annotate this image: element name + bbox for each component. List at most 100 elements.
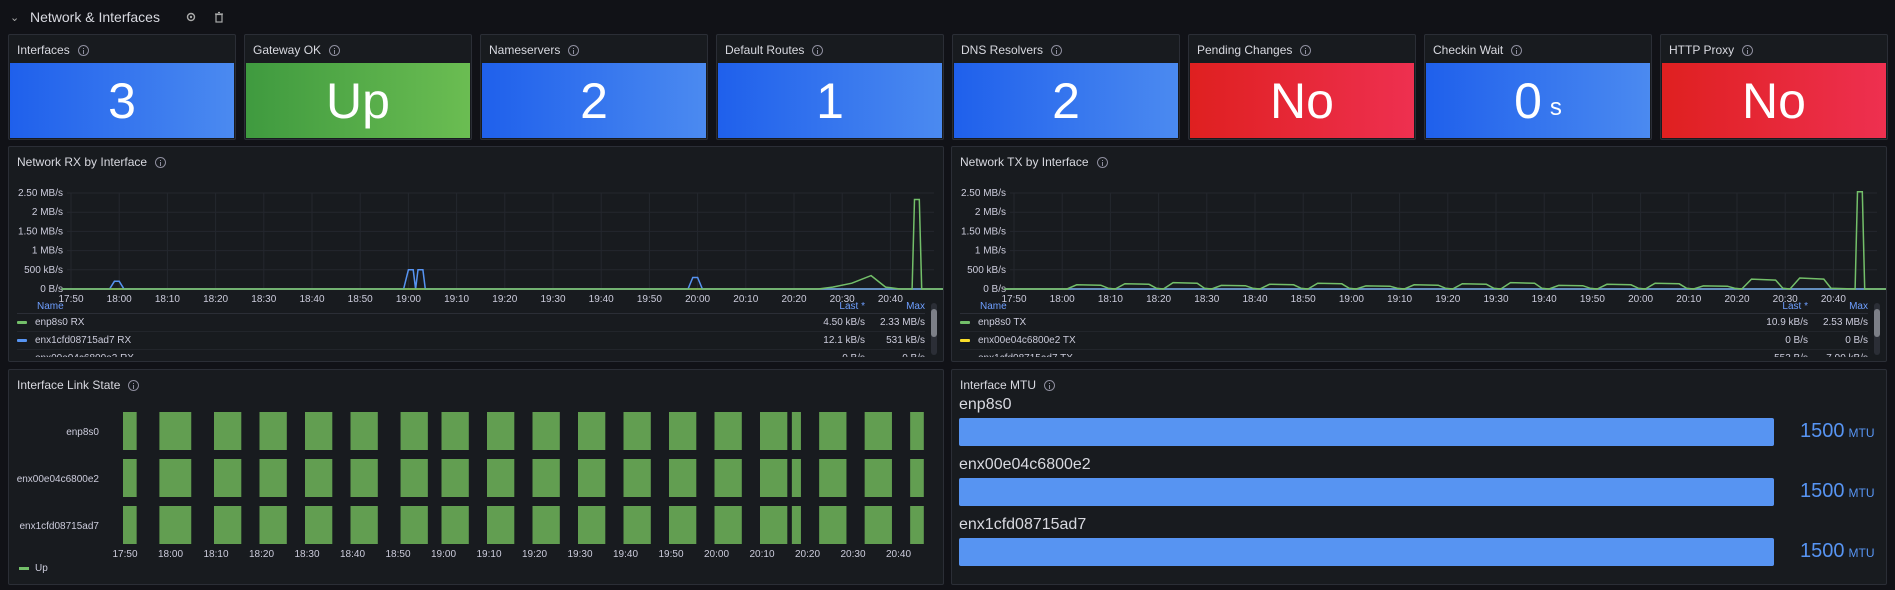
mtu-bar[interactable] xyxy=(959,538,1774,566)
state-segment[interactable] xyxy=(214,412,242,450)
state-segment[interactable] xyxy=(714,506,742,544)
state-segment[interactable] xyxy=(791,412,801,450)
info-icon[interactable] xyxy=(1096,156,1108,168)
legend-col-max[interactable]: Max xyxy=(1808,301,1868,312)
state-segment[interactable] xyxy=(669,459,697,497)
state-segment[interactable] xyxy=(123,459,137,497)
state-segment[interactable] xyxy=(714,412,742,450)
state-segment[interactable] xyxy=(669,412,697,450)
state-segment[interactable] xyxy=(910,459,924,497)
state-segment[interactable] xyxy=(910,412,924,450)
state-segment[interactable] xyxy=(532,506,560,544)
state-segment[interactable] xyxy=(487,459,515,497)
stat-panel[interactable]: Pending Changes No xyxy=(1188,34,1416,140)
link-legend[interactable]: Up xyxy=(19,563,48,574)
state-segment[interactable] xyxy=(441,459,469,497)
state-segment[interactable] xyxy=(487,506,515,544)
state-segment[interactable] xyxy=(400,506,428,544)
info-icon[interactable] xyxy=(1051,44,1063,56)
network-tx-panel[interactable]: Network TX by Interface 2.50 MB/s 2 MB/s 1… xyxy=(951,146,1887,362)
legend-row[interactable]: enp8s0 TX 10.9 kB/s 2.53 MB/s xyxy=(960,314,1868,332)
mtu-bar[interactable] xyxy=(959,478,1774,506)
trash-icon[interactable] xyxy=(212,10,226,24)
legend-col-max[interactable]: Max xyxy=(865,301,925,312)
state-segment[interactable] xyxy=(910,506,924,544)
stat-panel[interactable]: Checkin Wait 0 s xyxy=(1424,34,1652,140)
network-rx-panel[interactable]: Network RX by Interface 2.50 MB/s 2 MB/s 1… xyxy=(8,146,944,362)
state-segment[interactable] xyxy=(760,459,788,497)
state-segment[interactable] xyxy=(159,412,192,450)
state-segment[interactable] xyxy=(623,506,651,544)
legend-row[interactable]: enx1cfd08715ad7 RX 12.1 kB/s 531 kB/s xyxy=(17,332,925,350)
state-segment[interactable] xyxy=(669,506,697,544)
state-segment[interactable] xyxy=(532,412,560,450)
state-segment[interactable] xyxy=(159,506,192,544)
state-segment[interactable] xyxy=(532,459,560,497)
series-line[interactable] xyxy=(61,269,944,290)
row-header[interactable]: ⌄ Network & Interfaces xyxy=(10,6,226,28)
mtu-bar[interactable] xyxy=(959,418,1774,446)
state-segment[interactable] xyxy=(623,412,651,450)
state-segment[interactable] xyxy=(259,506,287,544)
state-segment[interactable] xyxy=(578,506,606,544)
state-segment[interactable] xyxy=(487,412,515,450)
state-segment[interactable] xyxy=(259,412,287,450)
info-icon[interactable] xyxy=(329,44,341,56)
state-segment[interactable] xyxy=(791,459,801,497)
state-segment[interactable] xyxy=(400,459,428,497)
scrollbar[interactable] xyxy=(1874,303,1880,355)
state-segment[interactable] xyxy=(760,506,788,544)
state-segment[interactable] xyxy=(259,459,287,497)
state-segment[interactable] xyxy=(305,506,333,544)
row-title[interactable]: Network & Interfaces xyxy=(30,9,160,25)
legend-col-name[interactable]: Name xyxy=(17,301,795,312)
legend-col-name[interactable]: Name xyxy=(960,301,1738,312)
legend-row[interactable]: enx00e04c6800e2 RX 0 B/s0 B/s xyxy=(17,350,925,357)
state-segment[interactable] xyxy=(760,412,788,450)
interface-link-state-panel[interactable]: Interface Link State enp8s0 enx00e04c6800… xyxy=(8,369,944,585)
state-segment[interactable] xyxy=(159,459,192,497)
legend-col-last[interactable]: Last * xyxy=(1738,301,1808,312)
info-icon[interactable] xyxy=(1300,44,1312,56)
state-segment[interactable] xyxy=(305,412,333,450)
state-segment[interactable] xyxy=(123,412,137,450)
state-segment[interactable] xyxy=(578,459,606,497)
scrollbar[interactable] xyxy=(931,303,937,355)
gear-icon[interactable] xyxy=(184,10,198,24)
legend-col-last[interactable]: Last * xyxy=(795,301,865,312)
state-segment[interactable] xyxy=(864,412,892,450)
state-segment[interactable] xyxy=(350,459,378,497)
stat-panel[interactable]: Nameservers 2 xyxy=(480,34,708,140)
stat-panel[interactable]: Default Routes 1 xyxy=(716,34,944,140)
legend-row[interactable]: enp8s0 RX 4.50 kB/s 2.33 MB/s xyxy=(17,314,925,332)
state-segment[interactable] xyxy=(623,459,651,497)
state-segment[interactable] xyxy=(350,412,378,450)
info-icon[interactable] xyxy=(812,44,824,56)
state-segment[interactable] xyxy=(578,412,606,450)
state-segment[interactable] xyxy=(714,459,742,497)
stat-panel[interactable]: HTTP Proxy No xyxy=(1660,34,1888,140)
series-line[interactable] xyxy=(1004,191,1887,290)
state-segment[interactable] xyxy=(819,412,847,450)
legend-row[interactable]: enx1cfd08715ad7 TX 553 B/s7.90 kB/s xyxy=(960,350,1868,357)
info-icon[interactable] xyxy=(1511,44,1523,56)
state-segment[interactable] xyxy=(400,412,428,450)
state-segment[interactable] xyxy=(864,506,892,544)
state-segment[interactable] xyxy=(791,506,801,544)
interface-mtu-panel[interactable]: Interface MTU enp8s0 1500 MTU enx00e04c6800… xyxy=(951,369,1887,585)
info-icon[interactable] xyxy=(77,44,89,56)
state-segment[interactable] xyxy=(864,459,892,497)
info-icon[interactable] xyxy=(1044,379,1056,391)
link-state-chart[interactable]: enp8s0 enx00e04c6800e2 enx1cfd08715ad7 17:5… xyxy=(9,410,944,560)
stat-panel[interactable]: Gateway OK Up xyxy=(244,34,472,140)
legend-row[interactable]: enx00e04c6800e2 TX 0 B/s 0 B/s xyxy=(960,332,1868,350)
state-segment[interactable] xyxy=(214,506,242,544)
state-segment[interactable] xyxy=(441,506,469,544)
state-segment[interactable] xyxy=(214,459,242,497)
series-line[interactable] xyxy=(61,198,944,290)
state-segment[interactable] xyxy=(123,506,137,544)
info-icon[interactable] xyxy=(128,379,140,391)
state-segment[interactable] xyxy=(819,459,847,497)
chevron-down-icon[interactable]: ⌄ xyxy=(10,11,22,24)
info-icon[interactable] xyxy=(1742,44,1754,56)
